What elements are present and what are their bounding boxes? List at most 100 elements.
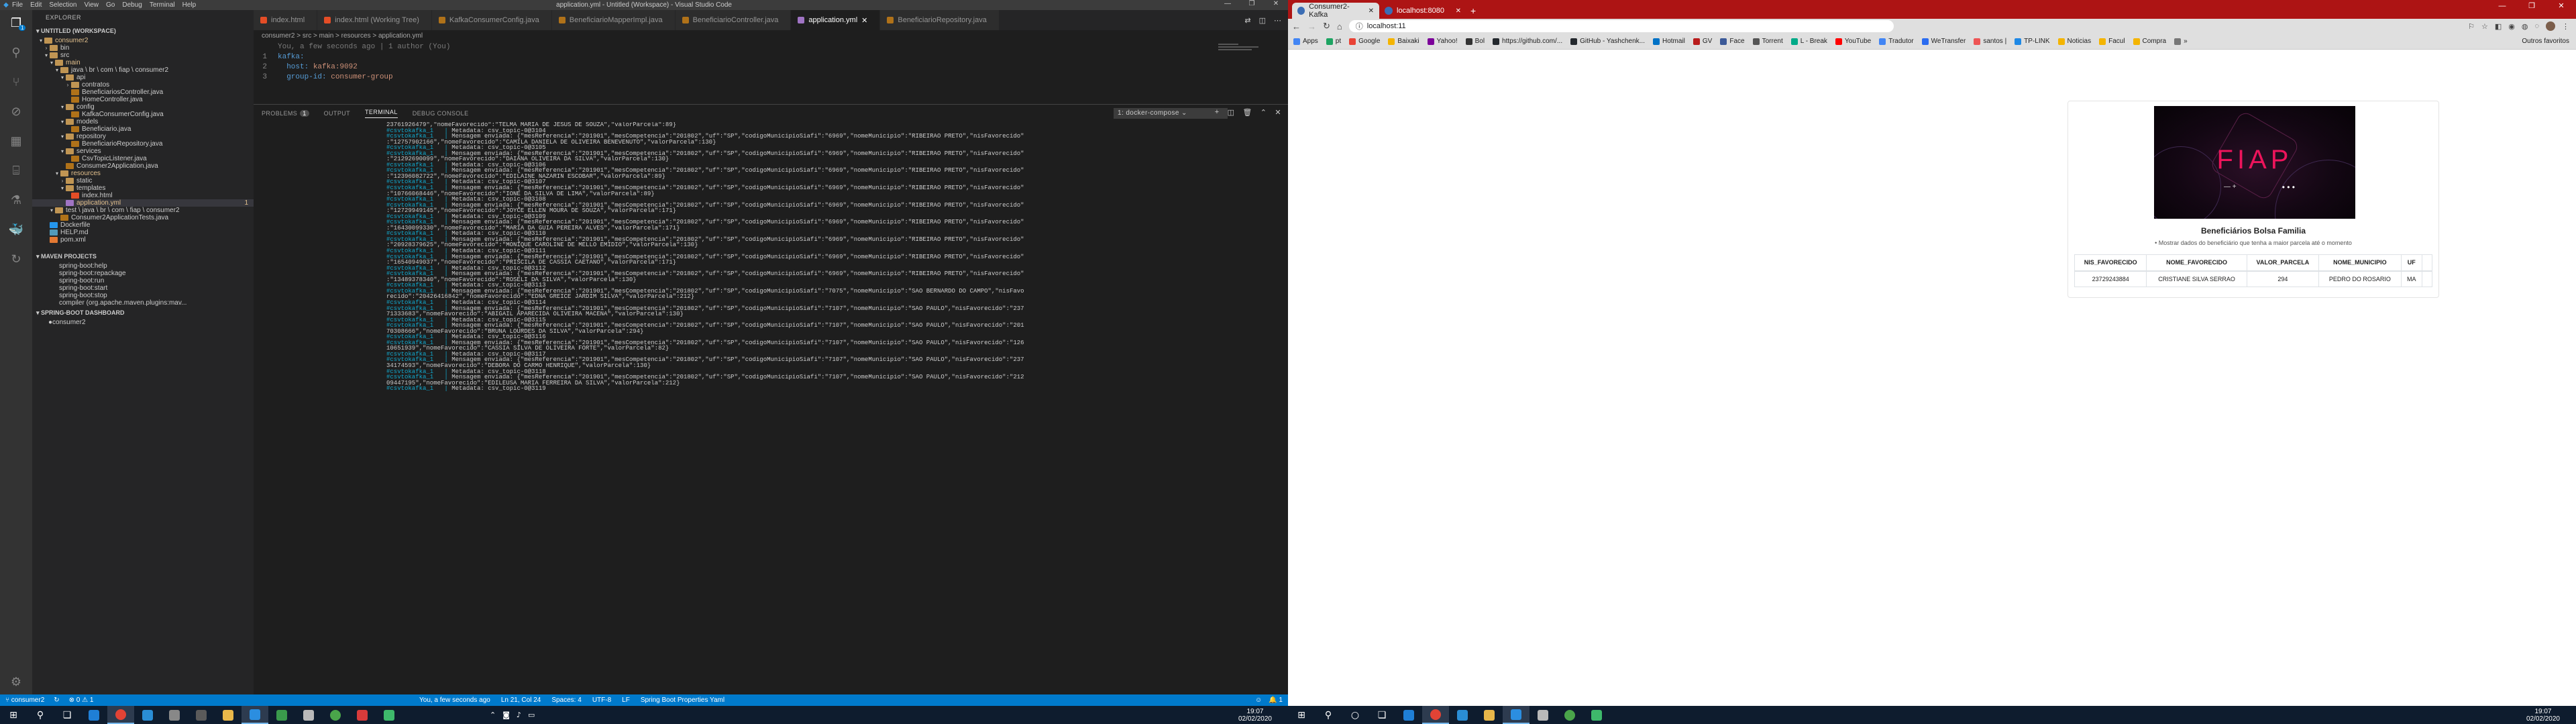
bookmark-item[interactable]: Torrent — [1752, 38, 1783, 45]
new-terminal-icon[interactable]: + — [1215, 108, 1220, 117]
edge-icon[interactable] — [80, 706, 107, 724]
maven-goal[interactable]: spring-boot:run — [32, 277, 254, 285]
keyboard-icon[interactable]: ▭ — [528, 711, 535, 719]
compare-icon[interactable]: ⇄ — [1244, 16, 1250, 25]
problems-indicator[interactable]: ⊗ 0 ⚠ 1 — [69, 696, 94, 704]
remote-explorer-icon[interactable]: ⌸ — [9, 163, 23, 178]
close-icon[interactable]: ✕ — [861, 16, 867, 25]
forward-icon[interactable]: → — [1307, 21, 1316, 32]
workspace-section[interactable]: ▾ UNTITLED (WORKSPACE) — [32, 25, 254, 37]
bookmark-item[interactable]: Apps — [1293, 38, 1318, 45]
tree-folder[interactable]: › bin — [32, 44, 254, 52]
app-icon[interactable] — [1556, 706, 1583, 724]
panel-tab-debug-console[interactable]: DEBUG CONSOLE — [413, 110, 469, 117]
gear-icon[interactable]: ⚙ — [9, 674, 23, 689]
trash-icon[interactable]: 🗑 — [1242, 108, 1252, 117]
cortana-icon[interactable]: ○ — [1342, 706, 1368, 724]
other-bookmarks[interactable]: Outros favoritos — [2522, 38, 2569, 45]
tree-file[interactable]: Consumer2Application.java — [32, 162, 254, 170]
menu-item-selection[interactable]: Selection — [49, 1, 76, 9]
bookmark-item[interactable]: Yahoo! — [1427, 38, 1458, 45]
menu-item-help[interactable]: Help — [182, 1, 197, 9]
bookmark-item[interactable]: Google — [1349, 38, 1380, 45]
app-icon[interactable] — [134, 706, 161, 724]
chrome-taskbar-icon[interactable] — [1422, 706, 1449, 724]
panel-tab-problems[interactable]: PROBLEMS 1 — [262, 110, 309, 117]
tree-folder[interactable]: ▾ resources — [32, 170, 254, 177]
bookmark-item[interactable]: Tradutor — [1879, 38, 1914, 45]
tree-folder[interactable]: ▾ repository — [32, 133, 254, 140]
bookmark-item[interactable]: Face — [1720, 38, 1745, 45]
menu-item-go[interactable]: Go — [106, 1, 115, 9]
column-header[interactable]: VALOR_PARCELA — [2247, 254, 2319, 272]
vscode-taskbar-icon[interactable] — [1503, 706, 1529, 724]
tree-file[interactable]: index.html — [32, 192, 254, 199]
info-icon[interactable]: ⓘ — [1356, 21, 1363, 32]
source-control-icon[interactable]: ⑂ — [9, 74, 23, 89]
indentation[interactable]: Spaces: 4 — [551, 696, 581, 704]
app-icon[interactable] — [188, 706, 215, 724]
extension-icon[interactable]: ◉ — [2508, 22, 2515, 31]
bookmark-item[interactable]: » — [2174, 38, 2188, 45]
encoding[interactable]: UTF-8 — [592, 696, 611, 704]
tree-file[interactable]: Dockerfile — [32, 221, 254, 229]
tree-file[interactable]: HELP.md — [32, 229, 254, 236]
panel-tab-terminal[interactable]: TERMINAL — [365, 109, 398, 118]
tree-folder[interactable]: ▾ src — [32, 52, 254, 59]
maximize-panel-icon[interactable]: ⌃ — [1260, 108, 1267, 117]
network-icon[interactable]: ◙ — [502, 711, 510, 719]
minimize-icon[interactable]: — — [1216, 0, 1240, 7]
tree-file[interactable]: Consumer2ApplicationTests.java — [32, 214, 254, 221]
avatar[interactable] — [2546, 21, 2555, 31]
language-mode[interactable]: Spring Boot Properties Yaml — [641, 696, 724, 704]
minimap[interactable] — [1218, 42, 1279, 104]
app-icon[interactable] — [161, 706, 188, 724]
task-view-icon[interactable]: ❏ — [54, 706, 80, 724]
feedback-icon[interactable]: ☺ — [1255, 696, 1262, 704]
maven-section[interactable]: ▾ MAVEN PROJECTS — [32, 250, 254, 262]
docker-icon[interactable]: 🐳 — [9, 222, 23, 237]
clock[interactable]: 19:07 02/02/2020 — [1238, 708, 1272, 723]
translate-icon[interactable]: ⚐ — [2468, 22, 2475, 31]
close-panel-icon[interactable]: ✕ — [1275, 108, 1281, 117]
start-icon[interactable]: ⊞ — [1288, 706, 1315, 724]
live-share-icon[interactable]: ↻ — [9, 252, 23, 266]
edge-icon[interactable] — [1395, 706, 1422, 724]
editor-tab[interactable]: KafkaConsumerConfig.java — [431, 10, 552, 30]
app-icon[interactable] — [295, 706, 322, 724]
extension-icon[interactable]: ◌ — [2534, 22, 2539, 30]
menu-item-view[interactable]: View — [85, 1, 99, 9]
terminal-select[interactable]: 1: docker-compose ⌄ — [1114, 108, 1228, 119]
bookmark-item[interactable]: TP-LINK — [2015, 38, 2050, 45]
tree-folder[interactable]: ▾ test \ java \ br \ com \ fiap \ consume… — [32, 207, 254, 214]
tree-folder[interactable]: › contratos — [32, 81, 254, 89]
tree-file[interactable]: pom.xml — [32, 236, 254, 244]
app-icon[interactable] — [376, 706, 402, 724]
tree-file[interactable]: application.yml 1 — [32, 199, 254, 207]
file-explorer-icon[interactable] — [215, 706, 241, 724]
bookmark-item[interactable]: GV — [1693, 38, 1712, 45]
new-tab-icon[interactable]: + — [1470, 5, 1476, 16]
menu-item-terminal[interactable]: Terminal — [150, 1, 175, 9]
split-editor-icon[interactable]: ◫ — [1259, 16, 1266, 25]
branch-indicator[interactable]: ⑂ consumer2 — [5, 696, 44, 704]
tree-file[interactable]: CsvTopicListener.java — [32, 155, 254, 162]
close-tab-icon[interactable]: ✕ — [1456, 7, 1461, 15]
maven-goal[interactable]: spring-boot:help — [32, 262, 254, 270]
debug-icon[interactable]: ⊘ — [9, 104, 23, 119]
editor-tab[interactable]: index.html (Working Tree) — [317, 10, 432, 30]
bookmark-item[interactable]: GitHub - Yashchenk... — [1570, 38, 1645, 45]
notifications[interactable]: 🔔 1 — [1269, 696, 1283, 704]
bookmark-item[interactable]: santos | — [1974, 38, 2006, 45]
task-view-icon[interactable]: ❏ — [1368, 706, 1395, 724]
column-header[interactable]: UF — [2401, 254, 2422, 272]
bookmark-item[interactable]: WeTransfer — [1921, 38, 1966, 45]
bookmark-item[interactable]: Facul — [2099, 38, 2125, 45]
restore-icon[interactable]: ❐ — [1240, 0, 1264, 7]
tree-file[interactable]: Beneficiario.java — [32, 125, 254, 133]
tree-file[interactable]: HomeController.java — [32, 96, 254, 103]
volume-icon[interactable]: ♪ — [517, 711, 521, 719]
tree-file[interactable]: BeneficiariosController.java — [32, 89, 254, 96]
search-icon[interactable]: ⚲ — [27, 706, 54, 724]
vscode-taskbar-icon[interactable] — [241, 706, 268, 724]
